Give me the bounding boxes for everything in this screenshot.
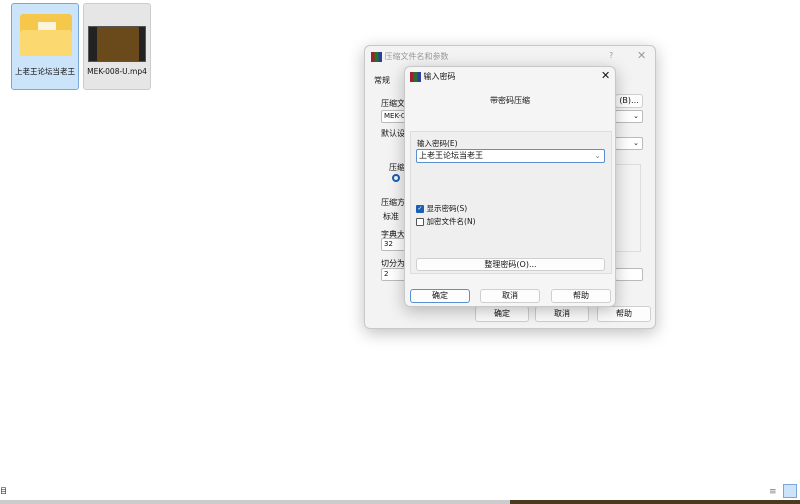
archive-name-dropdown[interactable]: ⌄	[615, 110, 643, 123]
back-cancel-button[interactable]: 取消	[535, 306, 589, 322]
tab-general[interactable]: 常规	[374, 75, 390, 86]
enter-password-dialog: 输入密码 ✕ 带密码压缩 输入密码(E) 上老王论坛当老王 ⌄ ✓ 显示密码(S)…	[404, 66, 616, 307]
chevron-down-icon[interactable]: ⌄	[594, 150, 601, 162]
scrollbar[interactable]	[0, 500, 510, 504]
organize-passwords-button[interactable]: 整理密码(O)...	[416, 258, 605, 271]
encrypt-filenames-checkbox[interactable]: 加密文件名(N)	[416, 216, 476, 227]
close-button[interactable]: ✕	[601, 69, 610, 82]
back-ok-button[interactable]: 确定	[475, 306, 529, 322]
video-thumbnail-icon	[88, 26, 146, 62]
method-select[interactable]: 标准	[383, 211, 399, 222]
dialog-heading: 带密码压缩	[490, 96, 530, 105]
profile-dropdown[interactable]: ⌄	[615, 137, 643, 150]
large-icons-view-icon[interactable]	[783, 484, 797, 498]
show-password-checkbox[interactable]: ✓ 显示密码(S)	[416, 203, 467, 214]
browse-button[interactable]: (B)...	[615, 94, 643, 108]
help-button[interactable]: 帮助	[551, 289, 611, 303]
winrar-icon	[371, 51, 382, 62]
help-icon[interactable]: ?	[609, 51, 613, 60]
desktop-folder[interactable]: 上老王论坛当老王	[11, 3, 79, 90]
details-view-icon[interactable]: ≡	[769, 487, 777, 497]
winrar-icon	[410, 71, 421, 82]
ok-button[interactable]: 确定	[410, 289, 470, 303]
close-icon[interactable]: ✕	[637, 49, 646, 62]
back-help-button[interactable]: 帮助	[597, 306, 651, 322]
folder-icon	[20, 14, 72, 56]
status-glyph: 目	[0, 487, 7, 495]
password-input[interactable]: 上老王论坛当老王 ⌄	[416, 149, 605, 163]
format-radio[interactable]	[392, 174, 400, 182]
background-image	[510, 500, 800, 504]
cancel-button[interactable]: 取消	[480, 289, 540, 303]
desktop-video-file[interactable]: MEK-008-U.mp4	[83, 3, 151, 90]
